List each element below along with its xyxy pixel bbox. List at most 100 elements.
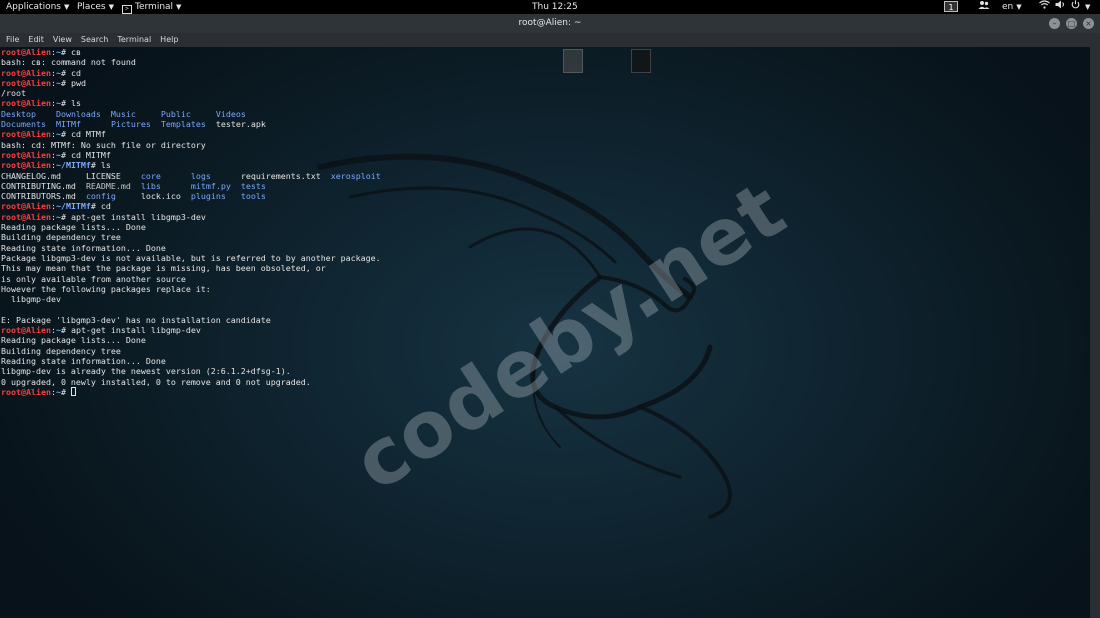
- applications-menu[interactable]: Applications ▼: [6, 0, 69, 14]
- output-text: However the following packages replace i…: [1, 283, 211, 294]
- places-menu[interactable]: Places ▼: [77, 0, 114, 14]
- prompt-line: root@Alien:~#: [1, 386, 381, 397]
- power-icon[interactable]: [1071, 0, 1080, 14]
- output-text: /root: [1, 88, 26, 99]
- prompt-user: root@Alien: [1, 149, 51, 160]
- language-label: en: [1002, 2, 1014, 12]
- output-line: Reading package lists... Done: [1, 335, 381, 345]
- chevron-down-icon: ▼: [108, 3, 115, 11]
- column-gap: [191, 109, 216, 119]
- prompt-line: root@Alien:~# apt-get install libgmp3-de…: [1, 212, 381, 222]
- output-line: CHANGELOG.md LICENSE core logs requireme…: [1, 171, 381, 181]
- text-cursor[interactable]: [70, 386, 76, 396]
- close-button[interactable]: ×: [1083, 18, 1094, 29]
- output-text: bash: cв: command not found: [1, 57, 136, 68]
- command-text: cв: [65, 47, 81, 57]
- chevron-down-icon[interactable]: ▼: [1085, 0, 1090, 14]
- menu-edit[interactable]: Edit: [28, 35, 44, 44]
- command-text: apt-get install libgmp-dev: [65, 325, 201, 336]
- prompt-user: root@Alien: [1, 67, 51, 78]
- prompt-user: root@Alien: [1, 201, 51, 212]
- terminal-view[interactable]: codeby.net root@Alien:~# cв bash: cв: com…: [0, 47, 1090, 618]
- workspace-indicator[interactable]: 1: [944, 1, 958, 12]
- column-gap: [161, 171, 191, 181]
- ls-entry: Documents: [1, 119, 46, 130]
- ls-entry: core: [140, 170, 161, 181]
- output-line: Building dependency tree: [1, 346, 381, 356]
- terminal-menubar: File Edit View Search Terminal Help: [0, 33, 1100, 47]
- menu-terminal[interactable]: Terminal: [117, 35, 151, 44]
- places-label: Places: [77, 2, 106, 12]
- maximize-button[interactable]: □: [1066, 18, 1077, 29]
- ls-entry: CONTRIBUTING.md: [1, 180, 76, 191]
- wifi-icon[interactable]: [1039, 0, 1050, 14]
- output-line: 0 upgraded, 0 newly installed, 0 to remo…: [1, 377, 381, 387]
- clock[interactable]: Thu 12:25: [532, 0, 578, 14]
- ls-entry: libs: [140, 180, 161, 191]
- output-text: Reading package lists... Done: [1, 222, 146, 233]
- column-gap: [116, 191, 141, 201]
- ls-entry: tests: [240, 180, 266, 191]
- close-icon: ×: [1085, 19, 1092, 28]
- language-selector[interactable]: en ▼: [1002, 0, 1022, 14]
- output-text: Reading state information... Done: [1, 242, 166, 253]
- column-gap: [136, 109, 161, 119]
- ls-entry: Public: [160, 108, 191, 119]
- menu-help[interactable]: Help: [160, 35, 178, 44]
- terminal-app-menu[interactable]: > Terminal ▼: [122, 0, 181, 14]
- column-gap: [81, 119, 111, 129]
- prompt-user: root@Alien: [1, 325, 51, 336]
- ls-entry: README.md: [85, 180, 131, 191]
- command-text: ls: [95, 160, 111, 171]
- output-line: Package libgmp3-dev is not available, bu…: [1, 253, 381, 263]
- command-text: pwd: [65, 77, 86, 88]
- prompt-user: root@Alien: [1, 98, 51, 109]
- output-line: /root: [1, 88, 381, 98]
- ls-entry: Music: [110, 108, 136, 119]
- menu-view[interactable]: View: [53, 35, 72, 44]
- column-gap: [321, 171, 331, 181]
- column-gap: [226, 191, 241, 201]
- menu-file[interactable]: File: [6, 35, 19, 44]
- ls-entry: requirements.txt: [240, 170, 321, 181]
- top-panel: Applications ▼ Places ▼ > Terminal ▼ Thu 12:…: [0, 0, 1100, 14]
- ls-entry: Videos: [215, 108, 246, 119]
- column-gap: [206, 119, 216, 129]
- ls-entry: Pictures: [110, 119, 151, 130]
- column-gap: [181, 191, 191, 201]
- prompt-line: root@Alien:~/MITMf# cd: [1, 201, 381, 211]
- volume-icon[interactable]: [1055, 0, 1066, 14]
- output-line: However the following packages replace i…: [1, 284, 381, 294]
- people-icon[interactable]: [978, 0, 990, 14]
- output-text: Reading state information... Done: [1, 355, 166, 366]
- ls-entry: plugins: [190, 191, 226, 202]
- terminal-scrollbar[interactable]: [1090, 47, 1100, 618]
- column-gap: [151, 119, 161, 129]
- file-icon: [563, 49, 583, 73]
- window-title: root@Alien: ~: [518, 18, 582, 28]
- menu-search[interactable]: Search: [81, 35, 108, 44]
- command-text: cd: [95, 201, 111, 212]
- output-line: E: Package 'libgmp3-dev' has no installa…: [1, 315, 381, 325]
- desktop-file-icon[interactable]: [538, 49, 608, 73]
- terminal-label: Terminal: [135, 2, 174, 12]
- prompt-user: root@Alien: [1, 129, 51, 140]
- prompt-user: root@Alien: [1, 386, 51, 397]
- terminal-icon: >: [122, 5, 132, 14]
- command-text: cd: [65, 67, 81, 78]
- column-gap: [101, 109, 111, 119]
- minimize-button[interactable]: –: [1049, 18, 1060, 29]
- window-titlebar[interactable]: root@Alien: ~ – □ ×: [0, 14, 1100, 33]
- output-text: 0 upgraded, 0 newly installed, 0 to remo…: [1, 376, 311, 387]
- ls-entry: config: [85, 191, 116, 202]
- prompt-line: root@Alien:~/MITMf# ls: [1, 160, 381, 170]
- maximize-icon: □: [1067, 19, 1076, 28]
- image-icon: [631, 49, 651, 73]
- output-line: Reading state information... Done: [1, 356, 381, 366]
- desktop-image-icon[interactable]: [606, 49, 676, 73]
- ls-entry: tester.apk: [215, 119, 266, 130]
- ls-entry: CONTRIBUTORS.md: [1, 191, 76, 202]
- minimize-icon: –: [1052, 19, 1057, 28]
- column-gap: [76, 191, 86, 201]
